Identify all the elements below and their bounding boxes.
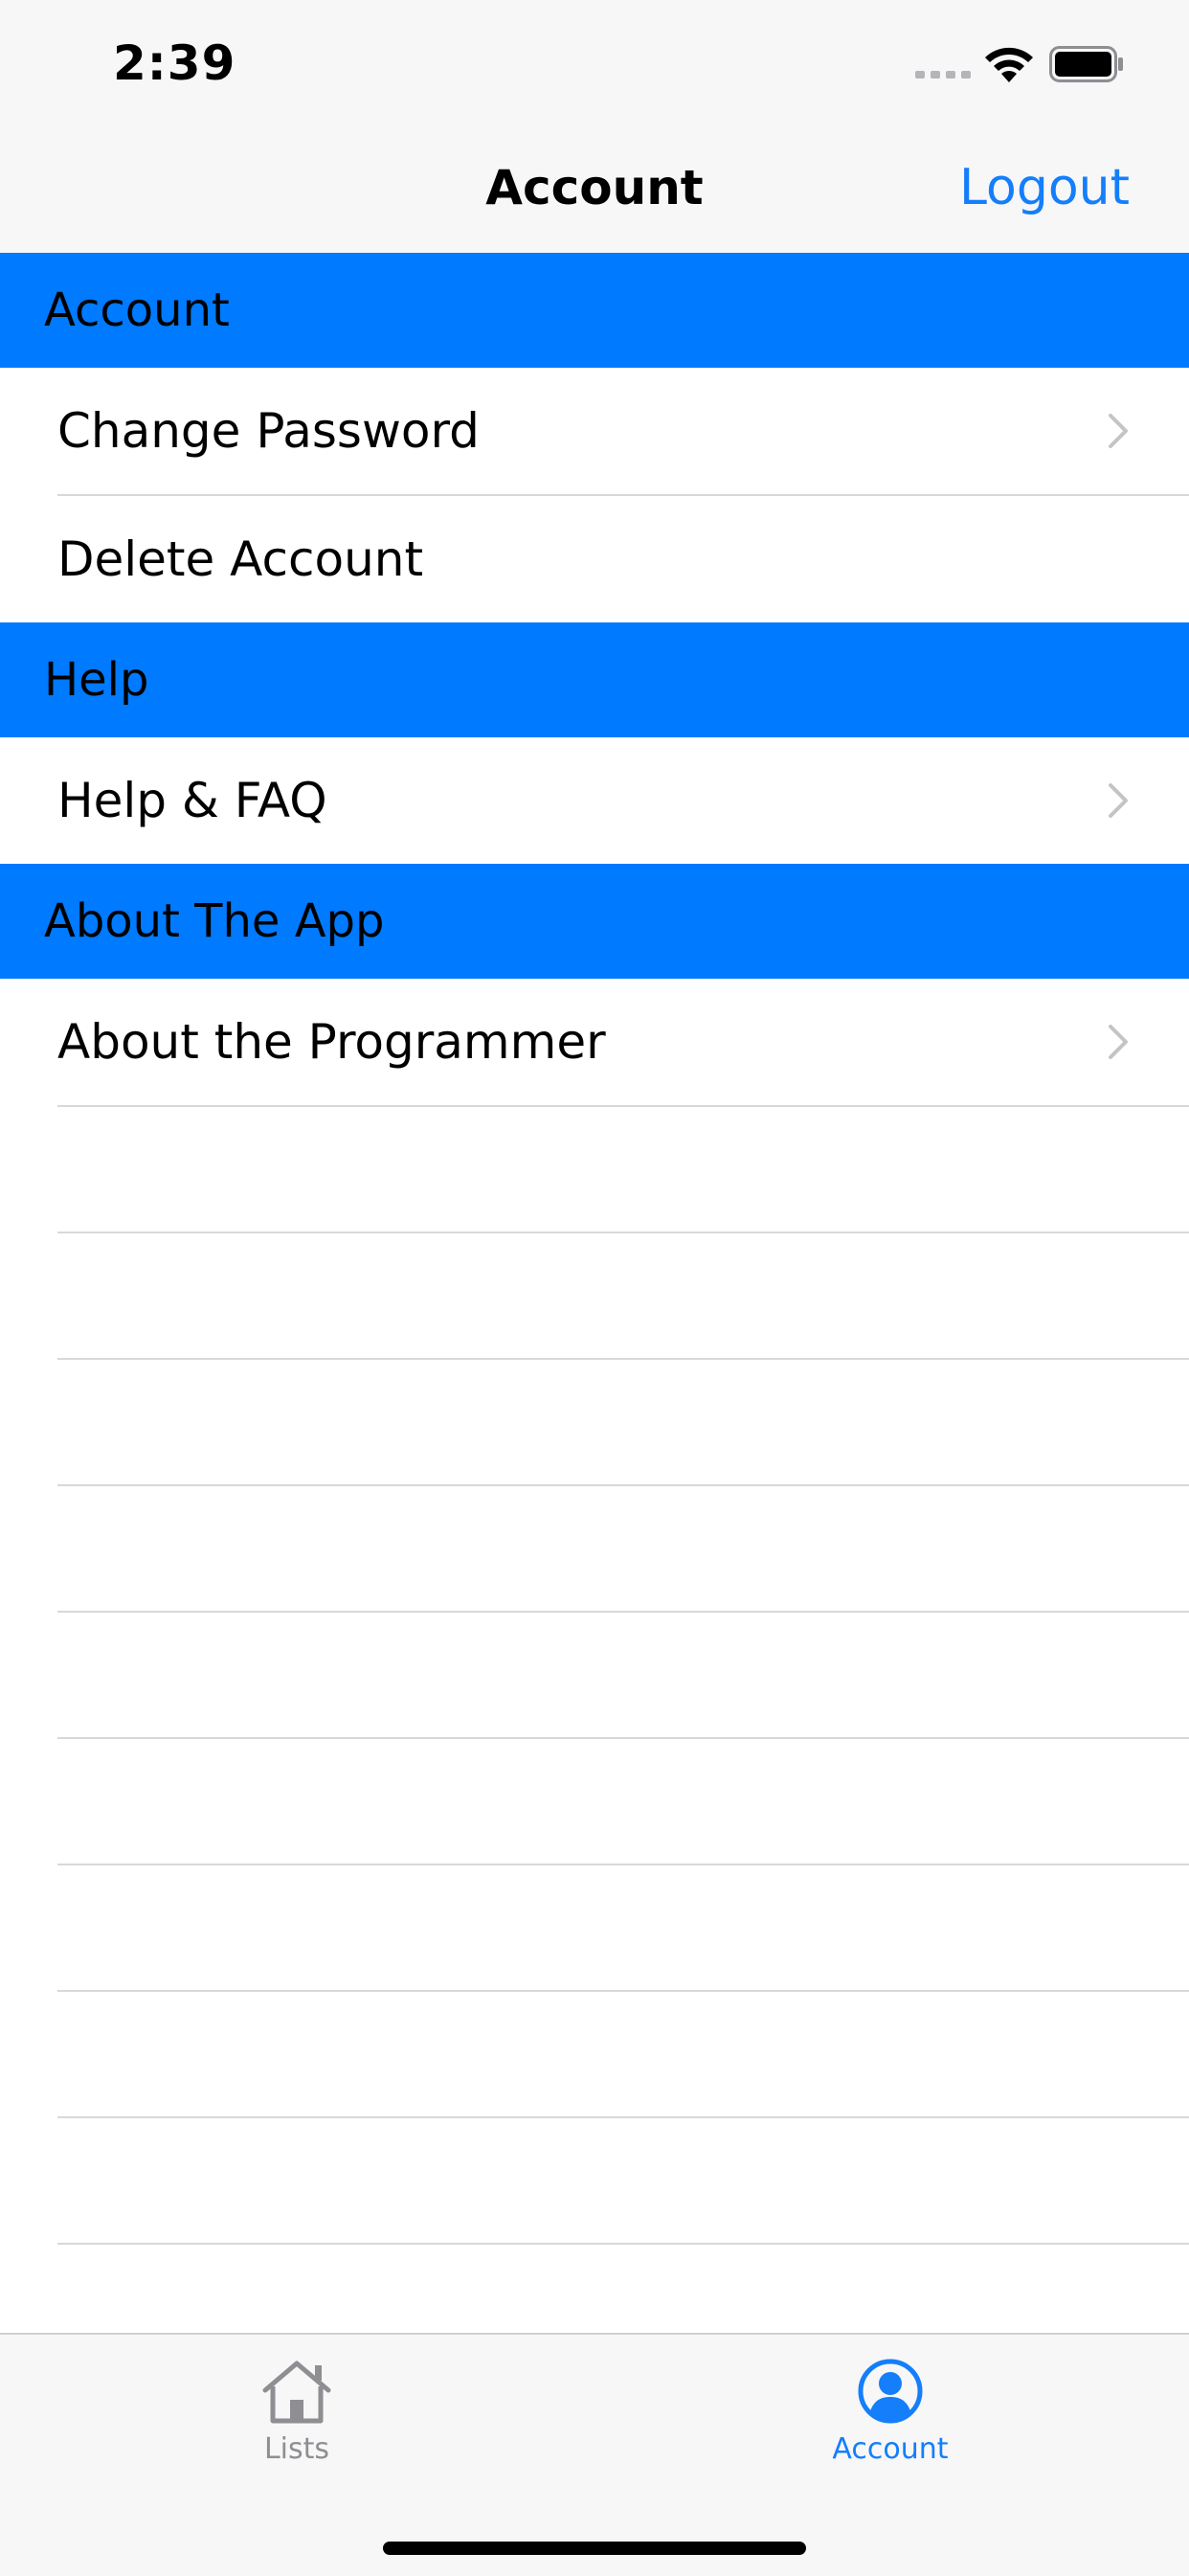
person-circle-icon xyxy=(858,2359,923,2424)
settings-table: Account Change Password Delete Account H… xyxy=(0,253,1189,2371)
wifi-icon xyxy=(985,47,1033,82)
row-help-faq[interactable]: Help & FAQ xyxy=(0,737,1189,864)
empty-row xyxy=(0,1360,1189,1484)
tab-label: Lists xyxy=(263,2432,330,2466)
tab-bar: Lists Account xyxy=(0,2333,1189,2576)
empty-row xyxy=(0,1865,1189,1990)
row-label: Change Password xyxy=(57,403,480,459)
chevron-right-icon xyxy=(1109,414,1128,448)
chevron-right-icon xyxy=(1109,1025,1128,1059)
section-header-label: Account xyxy=(44,283,230,337)
house-icon xyxy=(262,2361,331,2424)
battery-icon xyxy=(1049,46,1123,82)
cellular-signal-icon xyxy=(915,71,971,79)
tab-lists[interactable]: Lists xyxy=(172,2358,421,2482)
logout-button[interactable]: Logout xyxy=(959,159,1130,216)
status-time: 2:39 xyxy=(113,35,236,91)
row-label: Help & FAQ xyxy=(57,773,327,828)
row-change-password[interactable]: Change Password xyxy=(0,368,1189,494)
empty-row xyxy=(0,1992,1189,2116)
empty-row xyxy=(0,1107,1189,1232)
empty-row xyxy=(0,2118,1189,2243)
section-header-label: About The App xyxy=(44,894,385,948)
chevron-right-icon xyxy=(1109,783,1128,818)
section-header-account: Account xyxy=(0,253,1189,368)
empty-row xyxy=(0,1739,1189,1864)
home-indicator[interactable] xyxy=(383,2542,806,2555)
section-header-label: Help xyxy=(44,653,149,707)
tab-label: Account xyxy=(832,2432,949,2466)
row-about-the-programmer[interactable]: About the Programmer xyxy=(0,979,1189,1105)
row-label: Delete Account xyxy=(57,531,424,587)
section-header-help: Help xyxy=(0,622,1189,737)
empty-row xyxy=(0,1613,1189,1737)
top-bar: 2:39 Account Logout xyxy=(0,0,1189,253)
empty-row xyxy=(0,1486,1189,1611)
row-label: About the Programmer xyxy=(57,1014,606,1070)
tab-account[interactable]: Account xyxy=(766,2358,1015,2482)
status-bar: 2:39 xyxy=(0,0,1189,124)
navigation-bar: Account Logout xyxy=(0,134,1189,253)
empty-row xyxy=(0,1233,1189,1358)
empty-rows xyxy=(0,1107,1189,2371)
row-delete-account[interactable]: Delete Account xyxy=(0,496,1189,622)
section-header-about-the-app: About The App xyxy=(0,864,1189,979)
